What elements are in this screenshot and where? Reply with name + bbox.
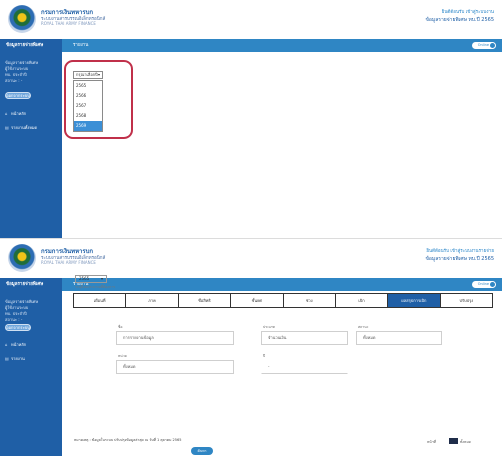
sidebar-user-line: สถานะ : - — [5, 317, 23, 322]
status-toggle[interactable]: Online — [472, 42, 496, 49]
sidebar-item-label: หน้าหลัก — [11, 111, 27, 116]
org-logo-icon — [8, 244, 36, 272]
top-navbar: ข้อมูลรายจ่ายพิเศษ รายงาน Online — [0, 39, 502, 52]
unit-field[interactable]: ทั้งหมด — [116, 360, 234, 374]
name-field[interactable]: การรายงานข้อมูล — [116, 331, 234, 345]
system-title: ข้อมูลรายจ่ายพิเศษ ทบ.ปี 2565 — [425, 17, 494, 23]
sidebar-item-report[interactable]: ▤ รายงาน — [5, 355, 25, 362]
sidebar-item-label: รายงาน — [11, 356, 25, 361]
field-label: ประเภท — [263, 325, 275, 329]
tab[interactable]: เบิก — [336, 294, 389, 307]
sidebar-item-home[interactable]: ⌂ หน้าหลัก — [5, 110, 26, 117]
tab[interactable]: ช่วง — [284, 294, 336, 307]
system-title: ข้อมูลรายจ่ายพิเศษ ทบ.ปี 2565 — [425, 256, 494, 262]
screenshot-dropdown-open: กรมการเงินทหารบก ระบบงานสารบรรณอิเล็กทรอ… — [0, 0, 502, 238]
chevron-down-icon: ▾ — [100, 276, 103, 281]
tab-active[interactable]: ผลสรุปการเบิก — [388, 294, 441, 307]
page-selector[interactable] — [449, 438, 458, 444]
sidebar-title: ข้อมูลรายจ่ายพิเศษ — [0, 278, 62, 291]
welcome-text: ยินดีต้อนรับ เข้าสู่ระบบงานรายจ่าย — [426, 249, 494, 254]
search-button[interactable]: ค้นหา — [191, 447, 213, 455]
app-header: กรมการเงินทหารบก ระบบงานสารบรรณอิเล็กทรอ… — [0, 239, 502, 276]
tab[interactable]: ภาค — [126, 294, 179, 307]
logout-button[interactable]: ออกจากระบบ — [5, 92, 31, 99]
sidebar-user-line: สถานะ : - — [5, 78, 23, 83]
sidebar-item-report[interactable]: ▤ รายงานทั้งหมด — [5, 124, 37, 131]
org-logo-icon — [8, 5, 36, 33]
app-header: กรมการเงินทหารบก ระบบงานสารบรรณอิเล็กทรอ… — [0, 0, 502, 37]
tab[interactable]: ชั้นยศ — [231, 294, 284, 307]
year-field[interactable]: - — [261, 360, 348, 374]
tab[interactable]: ปรับปรุง — [441, 294, 492, 307]
field-label: ปี — [263, 354, 266, 358]
status-field[interactable]: ทั้งหมด — [356, 331, 442, 345]
tab[interactable]: เดือนที่ — [74, 294, 127, 307]
field-label: สถานะ — [358, 325, 369, 329]
tab[interactable]: ชื่อสิทธิ — [179, 294, 232, 307]
year-hint: ระบุปีงบประมาณที่ต้องการ — [75, 285, 115, 289]
org-subtitle-en: ROYAL THAI ARMY FINANCE — [41, 260, 96, 265]
page-label: หน้าที่ — [427, 440, 436, 444]
sidebar-item-home[interactable]: ⌂ หน้าหลัก — [5, 341, 26, 348]
sidebar-item-label: หน้าหลัก — [11, 342, 27, 347]
page-title: รายงาน — [73, 43, 89, 48]
field-label: ชื่อ — [118, 325, 123, 329]
report-tabs: เดือนที่ ภาค ชื่อสิทธิ ชั้นยศ ช่วง เบิก … — [73, 293, 493, 308]
sidebar: ข้อมูลรายจ่ายพิเศษ ผู้ใช้งานระบบ ทบ. ประ… — [0, 52, 62, 238]
year-select[interactable]: 2565 ▾ — [75, 275, 107, 283]
year-select-value: 2565 — [79, 276, 90, 281]
sidebar-title: ข้อมูลรายจ่ายพิเศษ — [0, 39, 62, 52]
page-total: ทั้งหมด — [460, 440, 471, 444]
sidebar: ข้อมูลรายจ่ายพิเศษ ผู้ใช้งานระบบ ทบ. ประ… — [0, 291, 62, 456]
field-label: หน่วย — [118, 354, 127, 358]
footnote: หมายเหตุ : ข้อมูลในระบบ ปรับปรุงข้อมูลล่… — [74, 438, 182, 442]
screenshot-report-form: กรมการเงินทหารบก ระบบงานสารบรรณอิเล็กทรอ… — [0, 238, 502, 456]
logout-button[interactable]: ออกจากระบบ — [5, 324, 31, 331]
highlight-ring — [64, 60, 133, 139]
welcome-text: ยินดีต้อนรับ เข้าสู่ระบบงาน — [441, 10, 494, 15]
org-subtitle-en: ROYAL THAI ARMY FINANCE — [41, 21, 96, 26]
status-toggle[interactable]: Online — [472, 281, 496, 288]
sidebar-item-label: รายงานทั้งหมด — [11, 125, 38, 130]
type-field[interactable]: จำนวนเงิน — [261, 331, 348, 345]
